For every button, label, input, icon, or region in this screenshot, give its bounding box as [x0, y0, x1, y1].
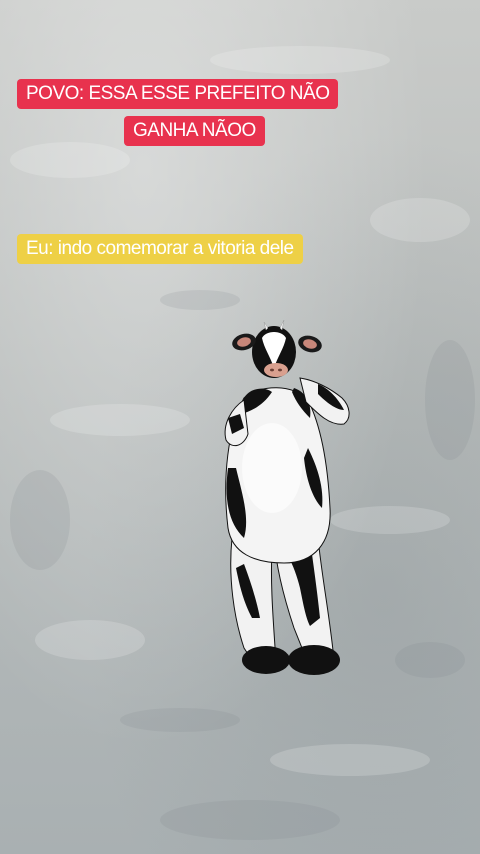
caption-line-3-text: Eu: indo comemorar a vitoria dele: [26, 238, 294, 259]
dancing-cow-character: [224, 319, 350, 675]
cow-head: [232, 319, 322, 378]
cow-muzzle: [264, 363, 288, 377]
caption-line-2-text: GANHA NÃOO: [133, 120, 256, 141]
caption-line-3: Eu: indo comemorar a vitoria dele: [17, 234, 303, 264]
caption-line-1: POVO: ESSA ESSE PREFEITO NÃO: [17, 79, 339, 109]
caption-line-2: GANHA NÃOO: [124, 116, 265, 146]
cow-left-hoof: [242, 646, 290, 674]
cow-right-hoof: [288, 645, 340, 675]
caption-line-1-text: POVO: ESSA ESSE PREFEITO NÃO: [26, 83, 330, 104]
